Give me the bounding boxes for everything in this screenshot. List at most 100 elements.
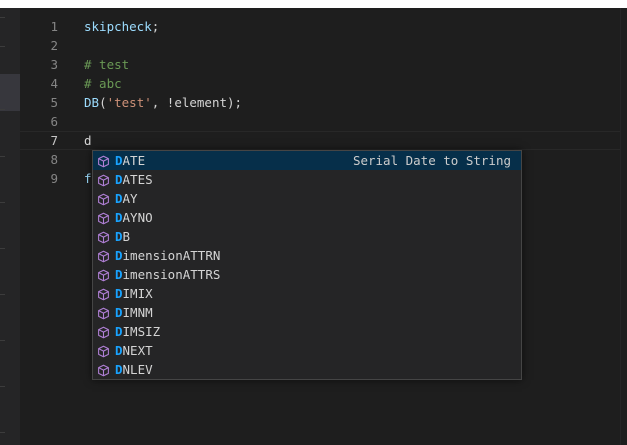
code-token: # test: [84, 57, 130, 72]
activity-bar-divider: [0, 340, 5, 341]
line-number: 6: [50, 114, 58, 129]
code-token: # abc: [84, 76, 122, 91]
suggestion-match-highlight: D: [115, 343, 123, 358]
editor-window: 1 skipcheck; 2 3 # test 4 # abc 5 DB('test', !el…: [0, 0, 627, 445]
activity-bar-divider: [0, 202, 5, 203]
cube-icon: [97, 192, 110, 206]
suggestion-label-rest: ATES: [122, 172, 153, 187]
suggestion-label-rest: imensionATTRS: [122, 267, 221, 282]
line-number: 8: [50, 152, 58, 167]
suggestion-match-highlight: D: [115, 267, 123, 282]
line-number: 2: [50, 38, 58, 53]
suggestion-label: DimensionATTRN: [115, 246, 220, 265]
code-text: # abc: [84, 74, 122, 93]
suggestion-label: DATE: [115, 151, 145, 170]
suggestion-item-selected[interactable]: DATE Serial Date to String: [93, 151, 521, 170]
title-bar: [0, 0, 627, 8]
code-token: 'test': [106, 95, 152, 110]
editor-scrollbar[interactable]: [620, 8, 627, 445]
suggestion-item[interactable]: DimensionATTRS: [93, 265, 521, 284]
suggestion-detail: Serial Date to String: [352, 153, 511, 168]
cube-icon: [97, 268, 110, 282]
suggestion-label: DNLEV: [115, 360, 153, 379]
suggestion-label-rest: NEXT: [122, 343, 153, 358]
code-line[interactable]: 5 DB('test', !element);: [20, 93, 620, 112]
code-text: f: [84, 169, 92, 188]
suggestion-label: DIMSIZ: [115, 322, 160, 341]
code-text: d: [84, 132, 92, 149]
suggestion-label-rest: IMIX: [122, 286, 153, 301]
suggestion-match-highlight: D: [115, 229, 123, 244]
code-text: skipcheck;: [84, 17, 159, 36]
suggestion-match-highlight: D: [115, 362, 123, 377]
code-line[interactable]: 1 skipcheck;: [20, 17, 620, 36]
activity-bar-divider: [0, 432, 5, 433]
suggestion-label: DAY: [115, 189, 138, 208]
cube-icon: [97, 306, 110, 320]
cube-icon: [97, 344, 110, 358]
cube-icon: [97, 363, 110, 377]
suggestion-label: DIMNM: [115, 303, 153, 322]
code-token: skipcheck: [84, 19, 152, 34]
suggestion-item[interactable]: DATES: [93, 170, 521, 189]
activity-bar: [0, 8, 20, 445]
suggestion-item[interactable]: DIMNM: [93, 303, 521, 322]
suggestion-match-highlight: D: [115, 305, 123, 320]
suggestion-match-highlight: D: [115, 286, 123, 301]
code-line[interactable]: 4 # abc: [20, 74, 620, 93]
suggestion-item[interactable]: DimensionATTRN: [93, 246, 521, 265]
cube-icon: [97, 154, 110, 168]
line-number: 1: [50, 19, 58, 34]
code-token: (: [99, 95, 107, 110]
suggestion-match-highlight: D: [115, 210, 123, 225]
suggestion-item[interactable]: DB: [93, 227, 521, 246]
suggestion-label-rest: imensionATTRN: [122, 248, 221, 263]
suggestion-label: DimensionATTRS: [115, 265, 220, 284]
suggestion-item[interactable]: DNLEV: [93, 360, 521, 379]
code-token: , !element);: [151, 95, 243, 110]
activity-bar-divider: [0, 294, 5, 295]
activity-bar-active-item[interactable]: [0, 74, 20, 111]
suggestion-item[interactable]: DIMIX: [93, 284, 521, 303]
suggestion-item[interactable]: DIMSIZ: [93, 322, 521, 341]
autocomplete-popup[interactable]: DATE Serial Date to String DATES DAY DAYNO DB…: [92, 150, 522, 380]
code-line-current[interactable]: 7d: [20, 131, 620, 150]
cube-icon: [97, 230, 110, 244]
line-number: 3: [50, 57, 58, 72]
line-number: 7: [50, 133, 58, 148]
suggestion-label-rest: B: [122, 229, 131, 244]
code-token: DB: [84, 95, 100, 110]
activity-bar-divider: [0, 109, 5, 110]
code-text: DB('test', !element);: [84, 93, 242, 112]
activity-bar-divider: [0, 17, 5, 18]
code-line[interactable]: 3 # test: [20, 55, 620, 74]
code-line[interactable]: 6: [20, 112, 620, 131]
cube-icon: [97, 249, 110, 263]
suggestion-match-highlight: D: [115, 324, 123, 339]
code-token: f: [84, 171, 92, 186]
suggestion-label: DNEXT: [115, 341, 153, 360]
suggestion-label: DAYNO: [115, 208, 153, 227]
suggestion-label: DB: [115, 227, 130, 246]
suggestion-item[interactable]: DNEXT: [93, 341, 521, 360]
code-token: d: [84, 133, 92, 148]
cube-icon: [97, 325, 110, 339]
suggestion-match-highlight: D: [115, 153, 123, 168]
code-text: # test: [84, 55, 129, 74]
code-line[interactable]: 2: [20, 36, 620, 55]
suggestion-label: DIMIX: [115, 284, 153, 303]
suggestion-label-rest: AY: [122, 191, 138, 206]
activity-bar-divider: [0, 46, 5, 47]
activity-bar-divider: [0, 248, 5, 249]
suggestion-match-highlight: D: [115, 191, 123, 206]
line-number: 5: [50, 95, 58, 110]
cube-icon: [97, 287, 110, 301]
suggestion-label: DATES: [115, 170, 153, 189]
suggestion-item[interactable]: DAY: [93, 189, 521, 208]
suggestion-label-rest: IMNM: [122, 305, 153, 320]
suggestion-label-rest: AYNO: [122, 210, 153, 225]
code-token: ;: [151, 19, 160, 34]
suggestion-item[interactable]: DAYNO: [93, 208, 521, 227]
line-number: 4: [50, 76, 58, 91]
line-number: 9: [50, 171, 58, 186]
